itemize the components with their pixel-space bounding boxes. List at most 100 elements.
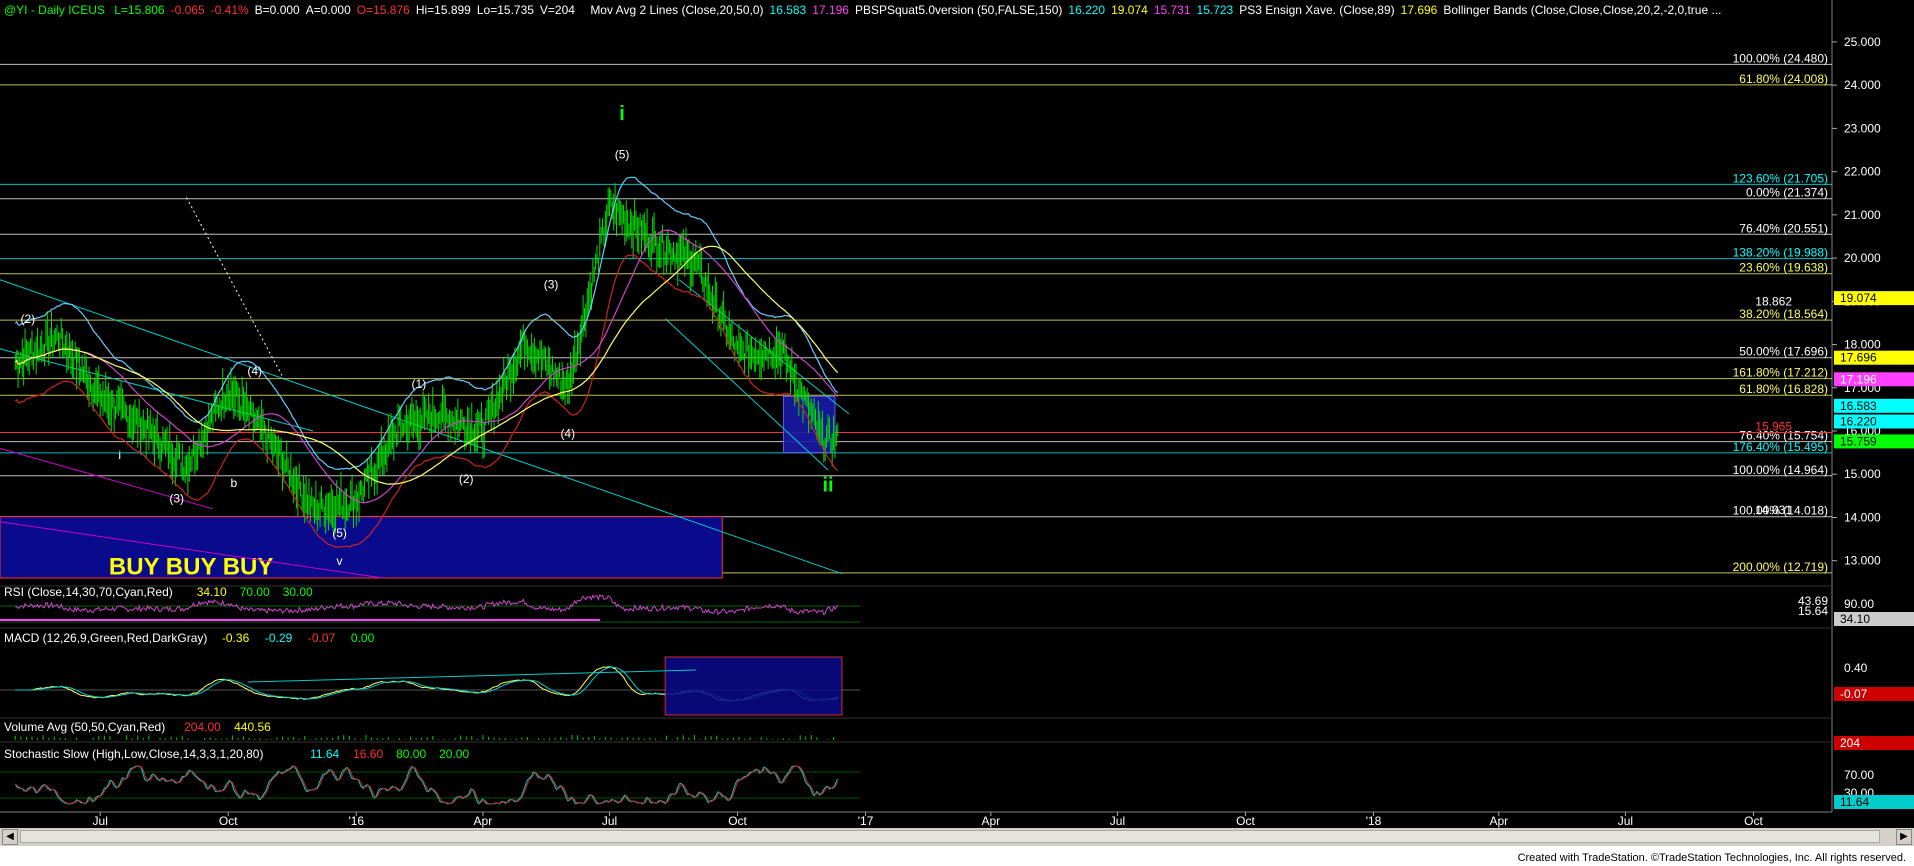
study-values: Mov Avg 2 Lines (Close,20,50,0) 16.583 17.… [590,3,1727,17]
scroll-thumb[interactable] [20,830,1880,843]
quote-value: V=204 [539,3,575,17]
wave-label: (1) [412,377,427,391]
volume-value: 204.00 [184,720,221,734]
rsi-marker-label: 34.10 [1840,612,1870,626]
rsi-title: RSI (Close,14,30,70,Cyan,Red) [4,585,173,599]
fib-label: 23.60% (19.638) [1739,261,1828,275]
wave-label: (2) [459,472,474,486]
quote-value: Lo=15.735 [476,3,534,17]
volume-value: 440.56 [234,720,271,734]
wave-label: (4) [247,364,262,378]
stoch-title: Stochastic Slow (High,Low,Close,14,3,3,1… [4,747,263,761]
study-value: 19.074 [1111,3,1148,17]
fib-label: 123.60% (21.705) [1733,171,1828,185]
price-bars [14,183,839,536]
y-tick-label: 14.000 [1844,510,1881,524]
wave-label: v [337,554,343,568]
macd-value: -0.29 [265,631,293,645]
wave-label: i [118,448,121,462]
macd-scale: 0.40 [1844,661,1868,675]
study-value: 17.196 [812,3,849,17]
x-tick-label: Oct [728,814,747,828]
dotted-line [186,197,285,380]
macd-marker-label: -0.07 [1840,687,1868,701]
macd-value: 0.00 [351,631,375,645]
price-chart[interactable]: 25.000 24.000 23.000 22.000 21.000 20.000 19.0… [0,0,1914,828]
study-value: Bollinger Bands (Close,Close,Close,20,2,… [1443,3,1722,17]
rsi-value: 30.00 [283,585,313,599]
x-tick-label: Apr [474,814,493,828]
y-tick-label: 25.000 [1844,35,1881,49]
level-annotation: 14.031 [1755,503,1792,517]
fib-label: 100.00% (14.964) [1733,463,1828,477]
stoch-value: 16.60 [353,747,383,761]
x-tick-label: Jul [1110,814,1125,828]
x-tick-label: '18 [1366,814,1382,828]
fib-label: 0.00% (21.374) [1746,186,1828,200]
macd-highlight-box [664,656,843,716]
quote-value: -0.41% [210,3,249,17]
quote-value: L=15.806 [114,3,165,17]
y-tick-label: 21.000 [1844,208,1881,222]
x-tick-label: '17 [858,814,874,828]
rsi-scale: 15.64 [1798,604,1828,618]
ma-50-line [14,229,839,504]
stoch-marker-label: 11.64 [1840,795,1869,809]
quote-value: Hi=15.899 [415,3,471,17]
fib-label: 61.80% (16.828) [1739,382,1828,396]
stoch-value: 11.64 [310,747,339,761]
wave-label: i [619,103,625,125]
horizontal-scrollbar[interactable]: ◀ ▶ [0,828,1914,846]
scroll-right-icon[interactable]: ▶ [1896,829,1912,845]
x-tick-label: Oct [1744,814,1763,828]
wave-label: (3) [169,491,184,505]
macd-title: MACD (12,26,9,Green,Red,DarkGray) [4,631,207,645]
study-value: 17.696 [1400,3,1438,17]
x-tick-label: Jul [602,814,617,828]
study-value: 16.220 [1068,3,1106,17]
wave-label: (2) [20,312,35,326]
rsi-value: 34.10 [197,585,227,599]
y-tick-label: 24.000 [1844,78,1881,92]
target-zone-box [782,395,836,454]
rsi-scale: 90.00 [1844,597,1874,611]
study-value: PBSPSquat5.0version (50,FALSE,150) [854,3,1063,17]
y-tick-label: 22.000 [1844,165,1881,179]
study-value: Mov Avg 2 Lines (Close,20,50,0) [590,3,764,17]
fib-label: 161.80% (17.212) [1733,366,1828,380]
y-tick-label: 15.000 [1844,467,1881,481]
study-value: PS3 Ensign Xave. (Close,89) [1239,3,1395,17]
fib-label: 50.00% (17.696) [1739,345,1828,359]
study-value: 15.723 [1196,3,1234,17]
macd-trendline [247,669,696,683]
x-tick-label: '16 [348,814,364,828]
x-tick-label: Oct [1236,814,1255,828]
fib-label: 100.00% (24.480) [1733,51,1828,65]
fib-label: 76.40% (20.551) [1739,221,1828,235]
volume-title: Volume Avg (50,50,Cyan,Red) [4,720,165,734]
buy-zone-label: BUY BUY BUY [109,554,273,581]
x-tick-label: Jul [1618,814,1633,828]
x-tick-label: Apr [982,814,1001,828]
quote-values: L=15.806 -0.065 -0.41% B=0.000 A=0.000 O=15.8… [114,3,581,17]
stoch-scale: 70.00 [1844,768,1874,782]
chart-header: @YI - Daily ICEUS L=15.806 -0.065 -0.41% B=… [4,3,1733,17]
price-marker-label: 16.583 [1840,399,1877,413]
stoch-value: 20.00 [439,747,469,761]
scroll-left-icon[interactable]: ◀ [2,829,18,845]
quote-value: B=0.000 [254,3,300,17]
price-marker-label: 17.196 [1840,372,1877,386]
wave-label: (4) [560,427,575,441]
macd-value: -0.36 [222,631,250,645]
quote-value: A=0.000 [305,3,351,17]
quote-value: -0.065 [170,3,205,17]
study-value: 15.731 [1153,3,1191,17]
y-tick-label: 23.000 [1844,121,1881,135]
stoch-value: 80.00 [396,747,426,761]
channel-line [664,318,829,471]
x-tick-label: Apr [1489,814,1508,828]
wave-label: ii [822,475,833,497]
fib-label: 38.20% (18.564) [1739,307,1828,321]
copyright-footer: Created with TradeStation. ©TradeStation… [1513,852,1910,864]
level-annotation: 15.965 [1755,420,1792,434]
